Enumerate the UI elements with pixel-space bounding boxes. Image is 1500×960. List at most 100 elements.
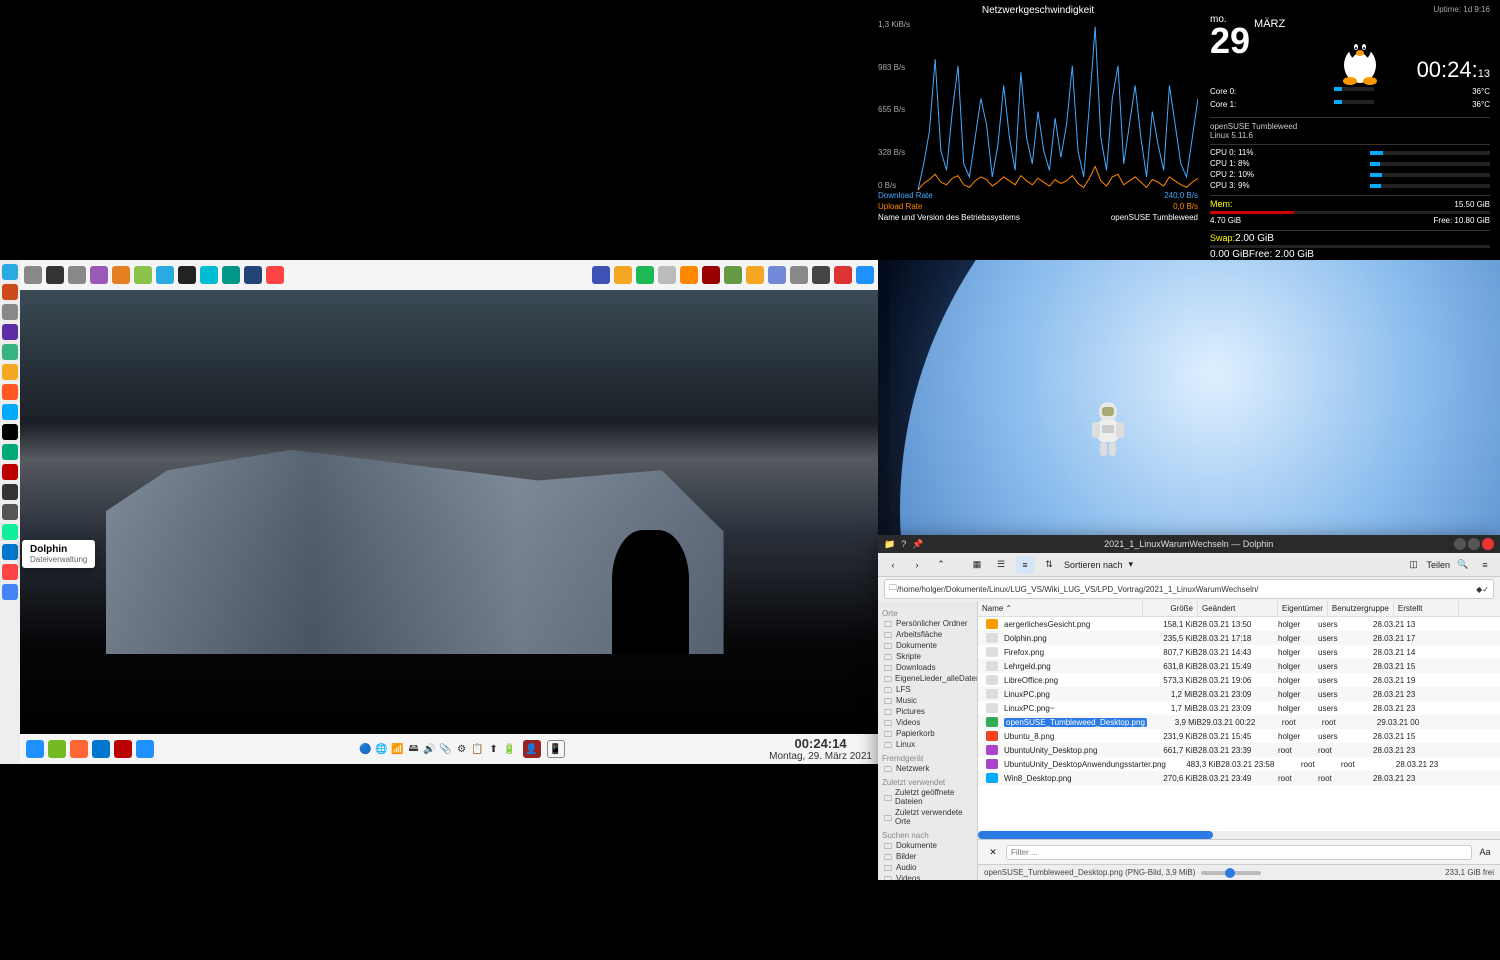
- launcher-icon[interactable]: [2, 384, 18, 400]
- launcher-icon[interactable]: [2, 304, 18, 320]
- sidebar-item[interactable]: 🗀Persönlicher Ordner: [882, 618, 973, 629]
- horizontal-scrollbar[interactable]: [978, 831, 1500, 839]
- filter-close-icon[interactable]: ✕: [984, 843, 1002, 861]
- launcher-icon[interactable]: [2, 344, 18, 360]
- location-bar[interactable]: 🗀 /home/holger/Dokumente/Linux/LUG_VS/Wi…: [884, 579, 1494, 599]
- tray-icon[interactable]: 🔊: [423, 742, 437, 756]
- launcher-icon[interactable]: [724, 266, 742, 284]
- file-row[interactable]: Dolphin.png235,5 KiB28.03.21 17:18holger…: [978, 631, 1500, 645]
- launcher-icon[interactable]: [592, 266, 610, 284]
- launcher-icon[interactable]: [2, 404, 18, 420]
- file-row[interactable]: Lehrgeld.png631,8 KiB28.03.21 15:49holge…: [978, 659, 1500, 673]
- launcher-icon[interactable]: [134, 266, 152, 284]
- close-button[interactable]: [1482, 538, 1494, 550]
- launcher-icon[interactable]: [2, 544, 18, 560]
- split-button[interactable]: ◫: [1404, 556, 1422, 574]
- sidebar-item[interactable]: 🗀Skripte: [882, 651, 973, 662]
- launcher-icon[interactable]: [2, 444, 18, 460]
- sidebar-item[interactable]: 🗀Videos: [882, 717, 973, 728]
- chevron-down-icon[interactable]: ▾: [1129, 559, 1134, 570]
- launcher-icon[interactable]: [178, 266, 196, 284]
- launcher-icon[interactable]: [2, 364, 18, 380]
- launcher-icon[interactable]: [70, 740, 88, 758]
- sidebar-item[interactable]: 🗀LFS: [882, 684, 973, 695]
- hamburger-menu-icon[interactable]: ≡: [1476, 556, 1494, 574]
- search-icon[interactable]: 🔍: [1454, 556, 1472, 574]
- taskbar-clock[interactable]: 00:24:14 Montag, 29. März 2021: [769, 736, 872, 762]
- launcher-icon[interactable]: [636, 266, 654, 284]
- file-row[interactable]: UbuntuUnity_Desktop.png661,7 KiB28.03.21…: [978, 743, 1500, 757]
- launcher-icon[interactable]: [92, 740, 110, 758]
- taskbar-user-icon[interactable]: 👤: [523, 740, 541, 758]
- taskbar-phone-icon[interactable]: 📱: [547, 740, 565, 758]
- file-row[interactable]: LibreOffice.png573,3 KiB28.03.21 19:06ho…: [978, 673, 1500, 687]
- sidebar-item[interactable]: 🗀Videos: [882, 873, 973, 880]
- launcher-icon[interactable]: [244, 266, 262, 284]
- launcher-icon[interactable]: [614, 266, 632, 284]
- file-list-header[interactable]: Name ⌃ Größe Geändert Eigentümer Benutze…: [978, 601, 1500, 617]
- file-row[interactable]: Firefox.png807,7 KiB28.03.21 14:43holger…: [978, 645, 1500, 659]
- launcher-icon[interactable]: [812, 266, 830, 284]
- launcher-icon[interactable]: [114, 740, 132, 758]
- launcher-icon[interactable]: [746, 266, 764, 284]
- sidebar-item[interactable]: 🗀Bilder: [882, 851, 973, 862]
- launcher-icon[interactable]: [768, 266, 786, 284]
- file-row[interactable]: Ubuntu_8.png231,9 KiB28.03.21 15:45holge…: [978, 729, 1500, 743]
- launcher-icon[interactable]: [2, 284, 18, 300]
- launcher-icon[interactable]: [200, 266, 218, 284]
- tray-icon[interactable]: ⬆: [487, 742, 501, 756]
- sidebar-item[interactable]: 🗀Audio: [882, 862, 973, 873]
- share-label[interactable]: Teilen: [1426, 560, 1450, 570]
- launcher-icon[interactable]: [48, 740, 66, 758]
- zoom-slider[interactable]: [1201, 871, 1261, 875]
- sidebar-item[interactable]: 🗀Linux: [882, 739, 973, 750]
- file-row[interactable]: openSUSE_Tumbleweed_Desktop.png3,9 MiB29…: [978, 715, 1500, 729]
- tray-icon[interactable]: 📶: [391, 742, 405, 756]
- sidebar-item[interactable]: 🗀Zuletzt verwendete Orte: [882, 807, 973, 827]
- launcher-icon[interactable]: [2, 484, 18, 500]
- filter-input[interactable]: [1006, 845, 1472, 860]
- dolphin-titlebar[interactable]: 📁 ? 📌 2021_1_LinuxWarumWechseln — Dolphi…: [878, 535, 1500, 553]
- path-accept-icon[interactable]: ✓: [1482, 585, 1489, 594]
- up-button[interactable]: ⌃: [932, 556, 950, 574]
- back-button[interactable]: ‹: [884, 556, 902, 574]
- sort-button[interactable]: ⇅: [1040, 556, 1058, 574]
- launcher-icon[interactable]: [222, 266, 240, 284]
- desktop-wallpaper-basalt[interactable]: [20, 290, 878, 734]
- launcher-icon[interactable]: [856, 266, 874, 284]
- tray-icon[interactable]: 🖴: [407, 742, 421, 756]
- pin-icon[interactable]: 📌: [912, 539, 923, 550]
- launcher-icon[interactable]: [2, 524, 18, 540]
- launcher-icon[interactable]: [2, 564, 18, 580]
- file-row[interactable]: UbuntuUnity_DesktopAnwendungsstarter.png…: [978, 757, 1500, 771]
- sidebar-item[interactable]: 🗀Papierkorb: [882, 728, 973, 739]
- launcher-icon[interactable]: [46, 266, 64, 284]
- tray-icon[interactable]: 📋: [471, 742, 485, 756]
- sidebar-item[interactable]: 🗀Pictures: [882, 706, 973, 717]
- launcher-icon[interactable]: [2, 464, 18, 480]
- launcher-icon[interactable]: [2, 264, 18, 280]
- sidebar-item[interactable]: 🗀Dokumente: [882, 640, 973, 651]
- launcher-icon[interactable]: [2, 324, 18, 340]
- file-row[interactable]: aergerlichesGesicht.png158,1 KiB28.03.21…: [978, 617, 1500, 631]
- tray-icon[interactable]: 🔋: [503, 742, 517, 756]
- sidebar-item[interactable]: 🗀Netzwerk: [882, 763, 973, 774]
- sidebar-item[interactable]: 🗀Zuletzt geöffnete Dateien: [882, 787, 973, 807]
- launcher-icon[interactable]: [2, 504, 18, 520]
- launcher-icon[interactable]: [2, 424, 18, 440]
- launcher-icon[interactable]: [790, 266, 808, 284]
- sidebar-item[interactable]: 🗀Arbeitsfläche: [882, 629, 973, 640]
- tray-icon[interactable]: 🌐: [375, 742, 389, 756]
- launcher-icon[interactable]: [26, 740, 44, 758]
- sidebar-item[interactable]: 🗀Downloads: [882, 662, 973, 673]
- sidebar-item[interactable]: 🗀Music: [882, 695, 973, 706]
- file-row[interactable]: LinuxPC.png1,2 MiB28.03.21 23:09holgerus…: [978, 687, 1500, 701]
- file-row[interactable]: LinuxPC.png~1,7 MiB28.03.21 23:09holgeru…: [978, 701, 1500, 715]
- launcher-icon[interactable]: [2, 584, 18, 600]
- file-list[interactable]: aergerlichesGesicht.png158,1 KiB28.03.21…: [978, 617, 1500, 831]
- launcher-icon[interactable]: [68, 266, 86, 284]
- launcher-icon[interactable]: [702, 266, 720, 284]
- launcher-icon[interactable]: [156, 266, 174, 284]
- file-row[interactable]: Win8_Desktop.png270,6 KiB28.03.21 23:49r…: [978, 771, 1500, 785]
- launcher-icon[interactable]: [24, 266, 42, 284]
